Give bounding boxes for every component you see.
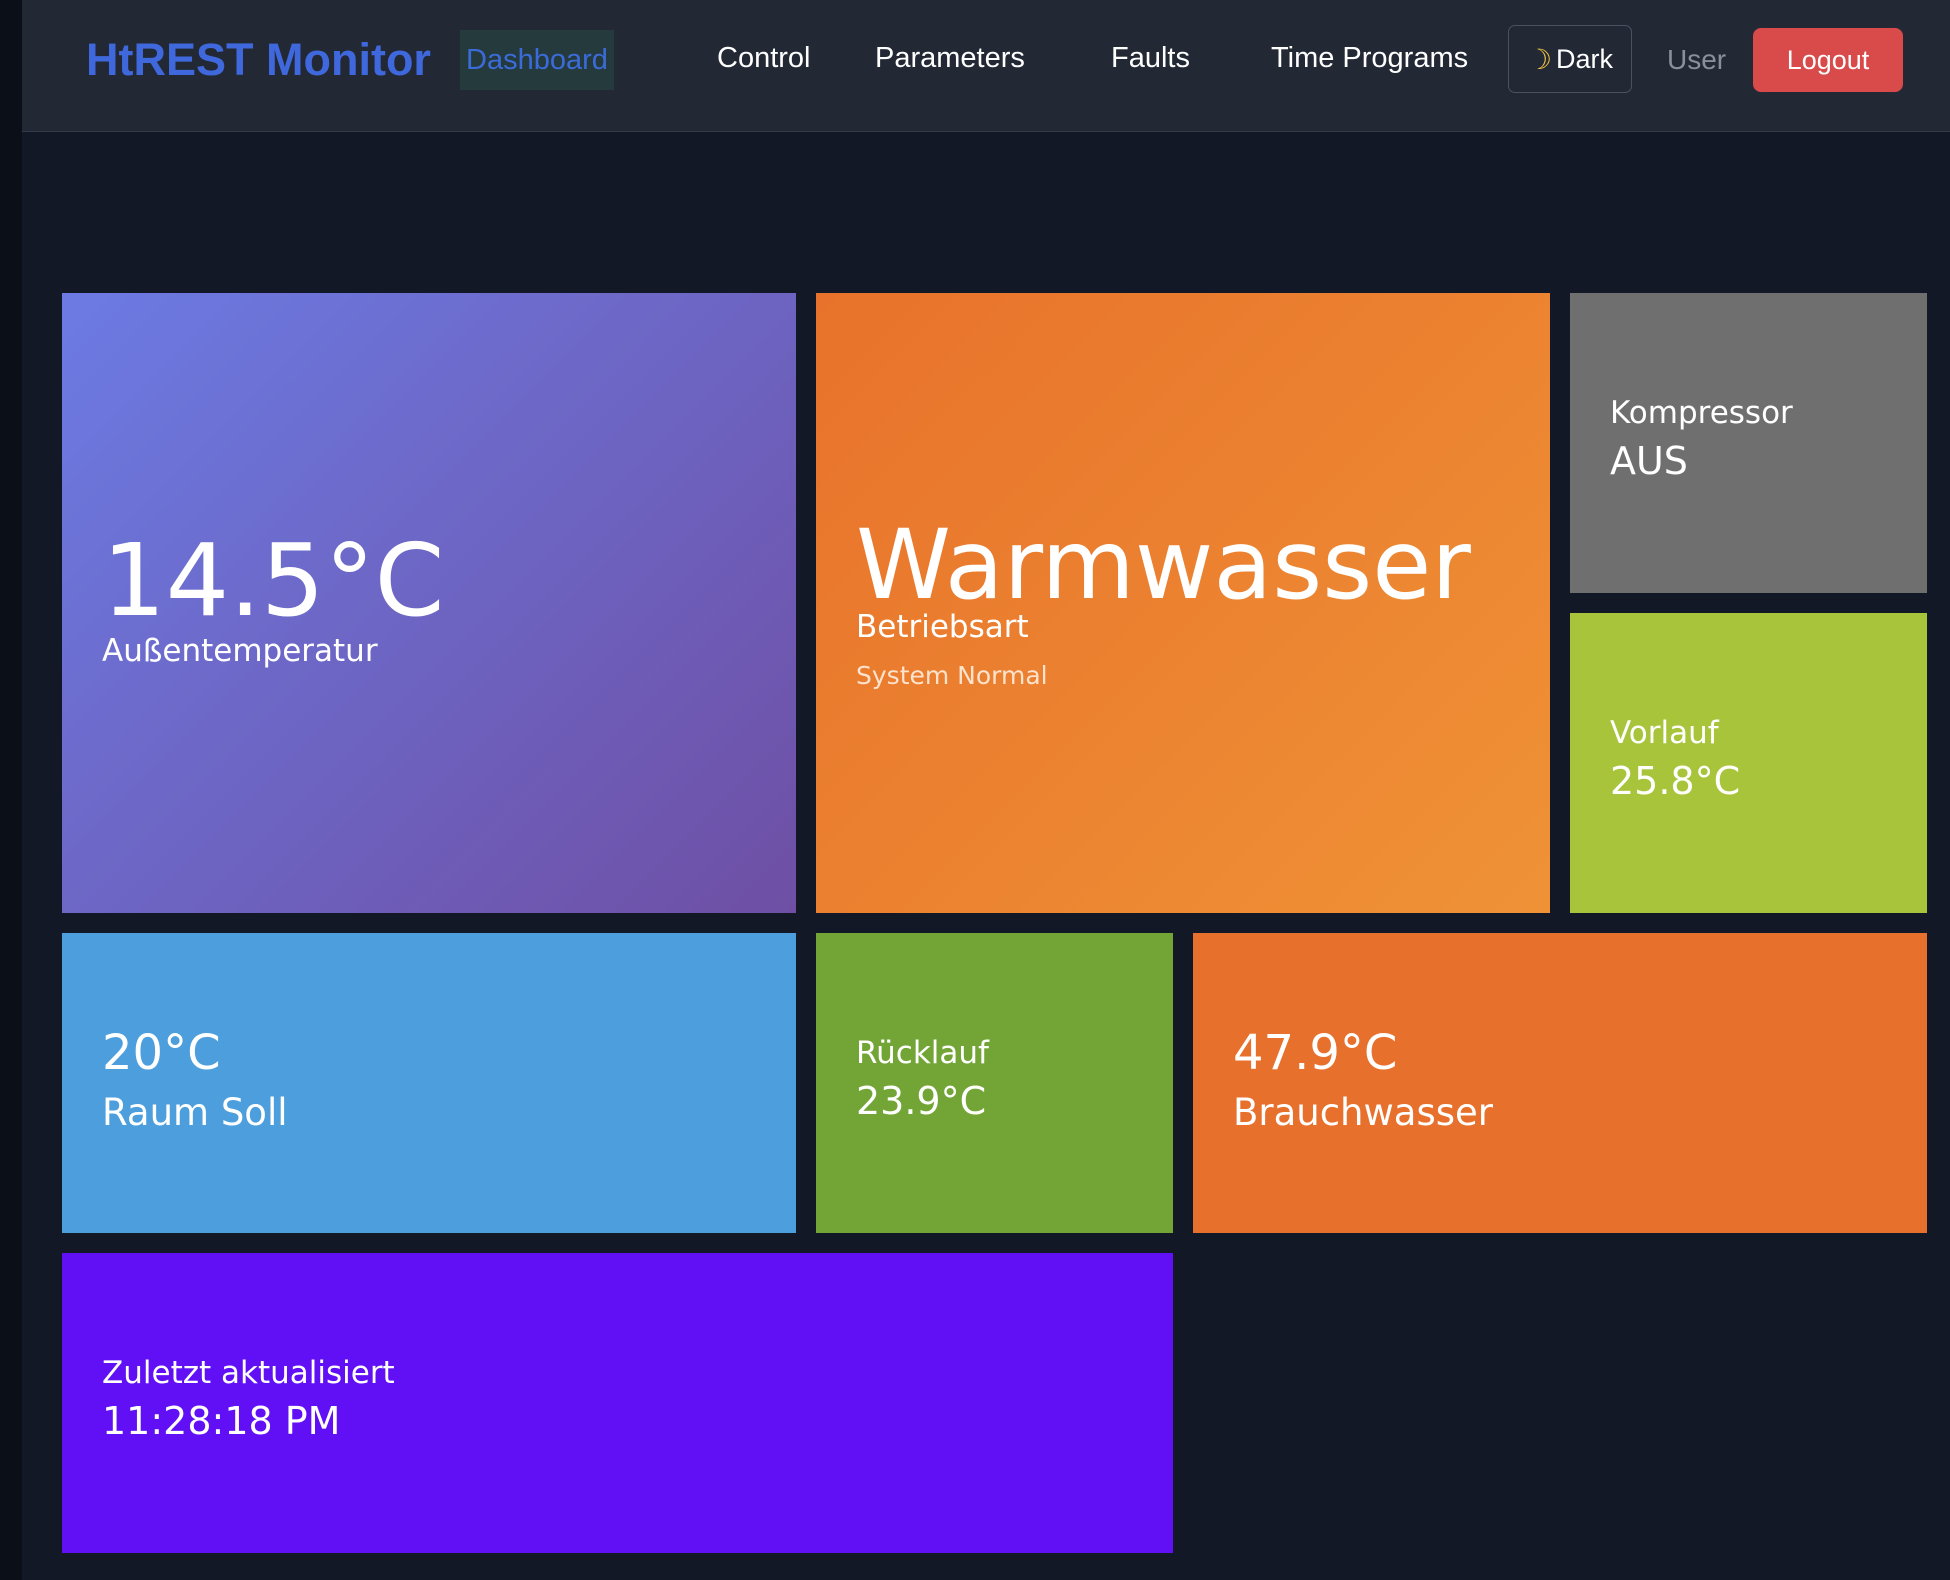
- tile-return-temperature[interactable]: Rücklauf 23.9°C: [816, 933, 1173, 1233]
- return-temperature-label: Rücklauf: [856, 1035, 989, 1071]
- compressor-value: AUS: [1610, 439, 1688, 483]
- theme-toggle-label: Dark: [1556, 43, 1614, 74]
- outdoor-temperature-value: 14.5°C: [102, 522, 445, 639]
- left-edge: [0, 0, 22, 1580]
- hot-water-temperature-value: 47.9°C: [1233, 1025, 1398, 1081]
- user-name: User: [1667, 44, 1727, 75]
- nav-faults[interactable]: Faults: [1111, 42, 1190, 75]
- flow-temperature-value: 25.8°C: [1610, 759, 1741, 803]
- flow-temperature-label: Vorlauf: [1610, 715, 1719, 751]
- tile-last-updated[interactable]: Zuletzt aktualisiert 11:28:18 PM: [62, 1253, 1173, 1553]
- tile-outdoor-temperature[interactable]: 14.5°C Außentemperatur: [62, 293, 796, 913]
- tile-hot-water-temperature[interactable]: 47.9°C Brauchwasser: [1193, 933, 1927, 1233]
- outdoor-temperature-label: Außentemperatur: [102, 633, 378, 669]
- moon-icon: ☽: [1526, 43, 1553, 75]
- compressor-label: Kompressor: [1610, 395, 1793, 431]
- operating-mode-value: Warmwasser: [856, 509, 1471, 621]
- return-temperature-value: 23.9°C: [856, 1079, 987, 1123]
- nav-parameters[interactable]: Parameters: [875, 42, 1025, 75]
- system-status-text: System Normal: [856, 661, 1048, 690]
- logout-button[interactable]: Logout: [1753, 28, 1903, 92]
- operating-mode-label: Betriebsart: [856, 609, 1029, 645]
- hot-water-temperature-label: Brauchwasser: [1233, 1091, 1493, 1134]
- nav-time-programs[interactable]: Time Programs: [1271, 42, 1468, 75]
- room-setpoint-label: Raum Soll: [102, 1091, 288, 1134]
- brand-title[interactable]: HtREST Monitor: [86, 34, 431, 86]
- room-setpoint-value: 20°C: [102, 1025, 221, 1081]
- tile-compressor[interactable]: Kompressor AUS: [1570, 293, 1927, 593]
- last-updated-label: Zuletzt aktualisiert: [102, 1355, 395, 1391]
- nav-dashboard[interactable]: Dashboard: [460, 30, 614, 90]
- top-navbar: HtREST Monitor Dashboard Control Paramet…: [22, 0, 1950, 132]
- nav-control[interactable]: Control: [717, 42, 811, 75]
- tile-operating-mode[interactable]: Warmwasser Betriebsart System Normal: [816, 293, 1550, 913]
- tile-flow-temperature[interactable]: Vorlauf 25.8°C: [1570, 613, 1927, 913]
- tile-room-setpoint[interactable]: 20°C Raum Soll: [62, 933, 796, 1233]
- theme-toggle-button[interactable]: ☽ Dark: [1508, 25, 1632, 93]
- last-updated-value: 11:28:18 PM: [102, 1399, 341, 1443]
